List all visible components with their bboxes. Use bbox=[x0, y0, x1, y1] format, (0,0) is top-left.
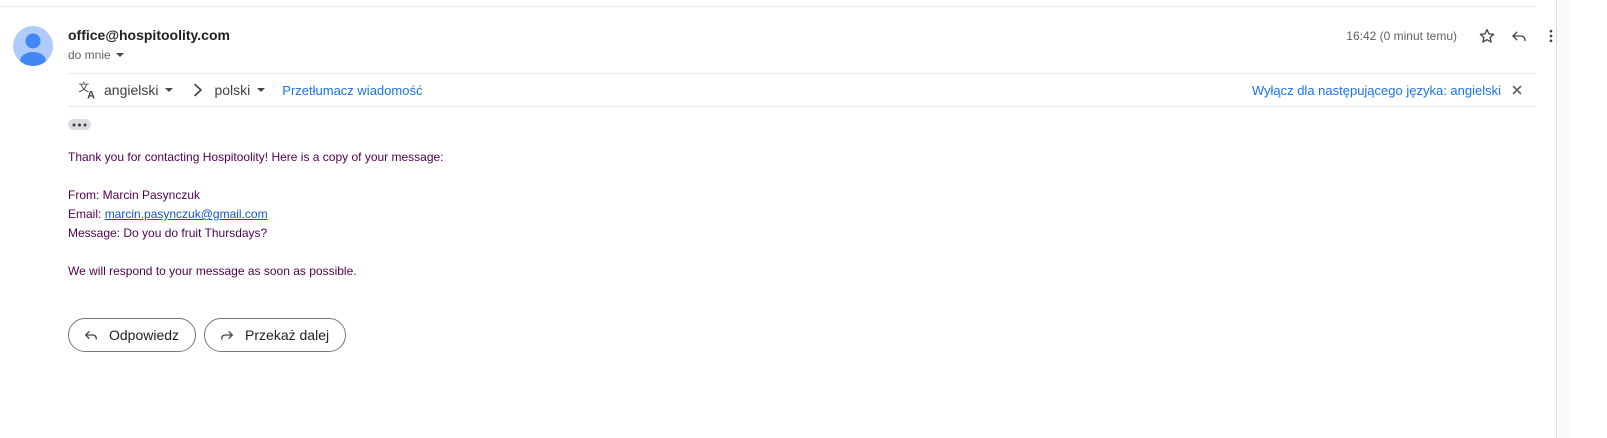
email-prefix: Email: bbox=[68, 207, 105, 221]
message-actions: Odpowiedz Przekaż dalej bbox=[68, 318, 347, 352]
message-intro: Thank you for contacting Hospitoolity! H… bbox=[68, 150, 444, 164]
star-button[interactable] bbox=[1471, 24, 1503, 48]
message-time: 16:42 (0 minut temu) bbox=[1346, 29, 1457, 43]
person-icon bbox=[20, 33, 46, 66]
top-divider bbox=[0, 6, 1535, 7]
message-meta: 16:42 (0 minut temu) bbox=[1346, 24, 1567, 48]
star-icon bbox=[1479, 28, 1495, 43]
target-language-label: polski bbox=[214, 82, 251, 98]
message-body: Thank you for contacting Hospitoolity! H… bbox=[68, 148, 444, 281]
chevron-right-icon bbox=[194, 83, 203, 97]
reply-action-button[interactable]: Odpowiedz bbox=[68, 318, 197, 352]
disable-translation: Wyłącz dla następującego języka: angiels… bbox=[1252, 83, 1535, 98]
recipient-details-toggle[interactable]: do mnie bbox=[68, 48, 125, 62]
translate-icon: 文 A bbox=[78, 80, 95, 100]
message-content-line: Message: Do you do fruit Thursdays? bbox=[68, 226, 268, 240]
reply-button[interactable] bbox=[1503, 24, 1535, 48]
close-icon[interactable] bbox=[1511, 84, 1523, 96]
reply-icon bbox=[1512, 31, 1526, 42]
translate-message-link[interactable]: Przetłumacz wiadomość bbox=[282, 83, 422, 98]
sender-avatar[interactable] bbox=[13, 26, 53, 66]
reply-icon bbox=[85, 331, 97, 340]
show-trimmed-content-button[interactable] bbox=[68, 119, 91, 130]
message-closing: We will respond to your message as soon … bbox=[68, 264, 357, 278]
reply-label: Odpowiedz bbox=[109, 327, 180, 343]
scrollbar[interactable] bbox=[1556, 0, 1569, 438]
caret-down-icon bbox=[257, 88, 266, 92]
svg-text:A: A bbox=[87, 89, 95, 100]
message-email-line: Email: marcin.pasynczuk@gmail.com bbox=[68, 205, 444, 224]
caret-down-icon bbox=[115, 53, 124, 57]
target-language-select[interactable]: polski bbox=[214, 82, 266, 98]
more-horiz-icon bbox=[72, 123, 87, 126]
translation-bar: 文 A angielski polski Przetłumacz wiadomo… bbox=[68, 73, 1535, 107]
message-from: From: Marcin Pasynczuk bbox=[68, 188, 201, 202]
forward-action-button[interactable]: Przekaż dalej bbox=[204, 318, 347, 352]
forward-icon bbox=[221, 331, 234, 340]
disable-translation-link[interactable]: Wyłącz dla następującego języka: angiels… bbox=[1252, 83, 1501, 98]
source-language-select[interactable]: 文 A angielski bbox=[78, 80, 174, 100]
email-link[interactable]: marcin.pasynczuk@gmail.com bbox=[105, 207, 268, 221]
recipient-label: do mnie bbox=[68, 48, 111, 62]
source-language-label: angielski bbox=[104, 82, 159, 98]
forward-label: Przekaż dalej bbox=[245, 327, 330, 343]
caret-down-icon bbox=[165, 88, 174, 92]
sender-email[interactable]: office@hospitoolity.com bbox=[68, 27, 230, 43]
